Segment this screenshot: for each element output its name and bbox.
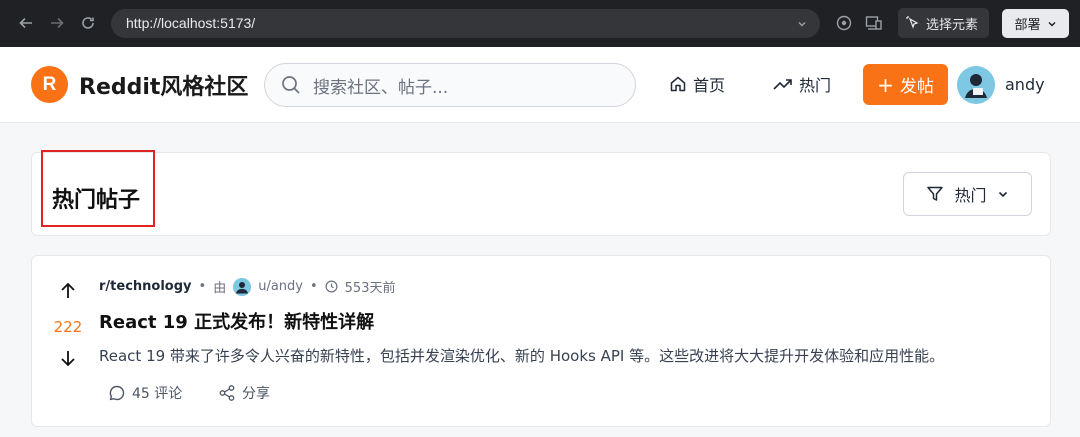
create-post-button[interactable]: + 发帖 bbox=[863, 64, 948, 105]
devices-icon[interactable] bbox=[864, 13, 884, 33]
separator-dot: • bbox=[309, 279, 318, 294]
search-icon bbox=[282, 76, 300, 94]
trending-up-icon bbox=[773, 79, 792, 90]
community-link[interactable]: r/technology bbox=[99, 279, 192, 294]
post-time: 553天前 bbox=[344, 281, 396, 296]
nav-home-link[interactable]: 首页 bbox=[669, 72, 725, 96]
select-element-label: 选择元素 bbox=[926, 17, 979, 33]
user-avatar[interactable] bbox=[957, 66, 995, 104]
post-meta: r/technology • 由 u/andy • 553天前 bbox=[99, 277, 395, 296]
author-link[interactable]: u/andy bbox=[258, 279, 303, 294]
back-arrow-icon[interactable] bbox=[16, 13, 36, 33]
compass-icon[interactable] bbox=[834, 13, 854, 33]
chevron-down-icon bbox=[998, 191, 1007, 198]
search-placeholder: 搜索社区、帖子... bbox=[313, 77, 449, 98]
by-label: 由 bbox=[213, 281, 227, 296]
browser-toolbar: http://localhost:5173/ 选择元素 部署 bbox=[0, 0, 1080, 47]
select-element-button[interactable]: 选择元素 bbox=[898, 8, 989, 38]
comments-button[interactable]: 45 评论 bbox=[108, 383, 182, 403]
nav-hot-label: 热门 bbox=[799, 76, 832, 95]
filter-icon bbox=[927, 186, 944, 201]
app-header: R Reddit风格社区 搜索社区、帖子... 首页 热门 + 发帖 andy bbox=[0, 47, 1080, 123]
deploy-label: 部署 bbox=[1014, 18, 1041, 33]
downvote-arrow-icon[interactable] bbox=[58, 348, 78, 368]
share-label: 分享 bbox=[242, 386, 270, 402]
plus-icon: + bbox=[877, 72, 894, 97]
logo[interactable]: R bbox=[31, 66, 68, 103]
create-post-label: 发帖 bbox=[899, 77, 934, 97]
chevron-down-icon bbox=[1047, 21, 1056, 27]
comment-icon bbox=[109, 385, 125, 401]
sort-dropdown[interactable]: 热门 bbox=[903, 172, 1032, 216]
chevron-down-icon[interactable] bbox=[796, 18, 808, 30]
vote-column: 222 bbox=[50, 281, 86, 381]
share-button[interactable]: 分享 bbox=[218, 383, 270, 403]
separator-dot: • bbox=[198, 279, 207, 294]
post-card[interactable]: 222 r/technology • 由 u/andy • 553天前 Reac… bbox=[31, 255, 1051, 427]
upvote-arrow-icon[interactable] bbox=[58, 281, 78, 301]
author-avatar bbox=[233, 277, 252, 296]
share-icon bbox=[219, 385, 235, 401]
reload-icon[interactable] bbox=[78, 13, 98, 33]
comments-label: 45 评论 bbox=[132, 386, 183, 402]
search-input[interactable]: 搜索社区、帖子... bbox=[264, 63, 636, 107]
sort-label: 热门 bbox=[954, 186, 987, 205]
nav-home-label: 首页 bbox=[693, 76, 726, 95]
page-title: 热门帖子 bbox=[52, 188, 141, 213]
post-body: React 19 带来了许多令人兴奋的新特性，包括并发渲染优化、新的 Hooks… bbox=[99, 347, 945, 365]
clock-icon bbox=[325, 280, 338, 293]
address-bar[interactable]: http://localhost:5173/ bbox=[111, 9, 820, 38]
forward-arrow-icon[interactable] bbox=[47, 13, 67, 33]
section-header-card: 热门帖子 热门 bbox=[31, 150, 1051, 236]
post-title[interactable]: React 19 正式发布！新特性详解 bbox=[99, 308, 374, 334]
nav-hot-link[interactable]: 热门 bbox=[773, 72, 831, 96]
site-title[interactable]: Reddit风格社区 bbox=[79, 69, 248, 101]
deploy-button[interactable]: 部署 bbox=[1002, 9, 1069, 38]
url-text: http://localhost:5173/ bbox=[126, 15, 256, 31]
home-icon bbox=[670, 76, 686, 92]
username[interactable]: andy bbox=[1005, 75, 1045, 94]
cursor-select-icon bbox=[906, 16, 919, 29]
vote-score: 222 bbox=[53, 318, 83, 336]
